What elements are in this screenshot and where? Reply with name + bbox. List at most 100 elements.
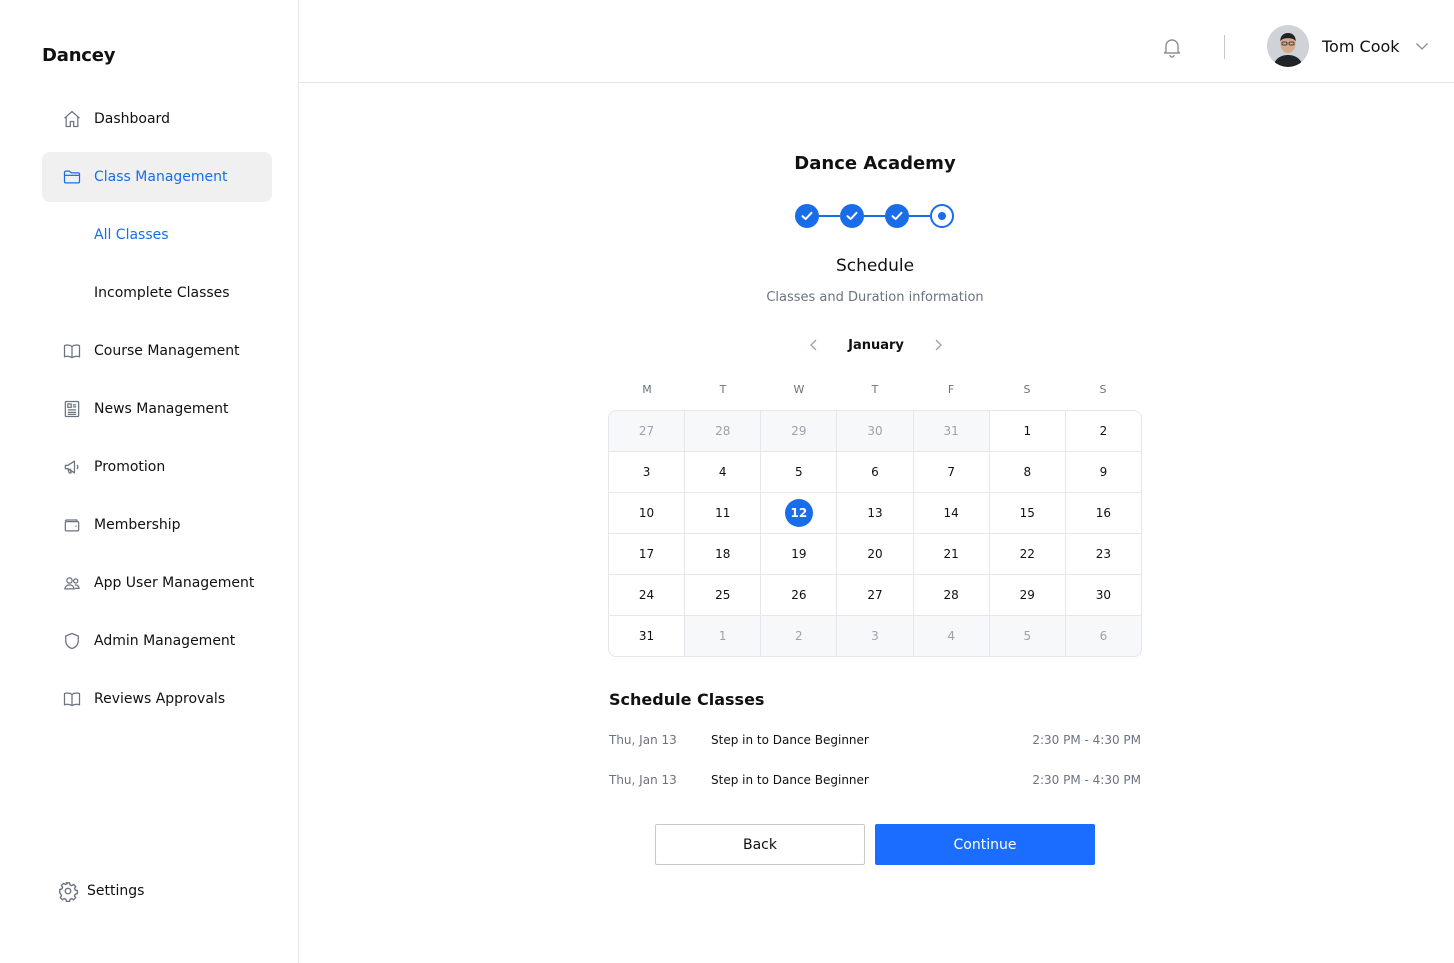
calendar-day[interactable]: 30 [837, 411, 913, 451]
sidebar-item-class-management[interactable]: Class Management [42, 152, 272, 202]
bell-icon[interactable] [1160, 35, 1184, 59]
calendar-day[interactable]: 23 [1065, 534, 1141, 574]
calendar-day[interactable]: 2 [1065, 411, 1141, 451]
back-button[interactable]: Back [655, 824, 865, 865]
sidebar-item-label: Incomplete Classes [94, 285, 230, 301]
schedule-row[interactable]: Thu, Jan 13 Step in to Dance Beginner 2:… [609, 770, 1141, 790]
calendar-day[interactable]: 9 [1065, 452, 1141, 492]
calendar-day[interactable]: 22 [989, 534, 1065, 574]
calendar-day[interactable]: 4 [913, 616, 989, 656]
day-number: 15 [1019, 506, 1035, 520]
day-number: 28 [715, 424, 731, 438]
calendar-day[interactable]: 3 [837, 616, 913, 656]
sidebar-item-reviews-approvals[interactable]: Reviews Approvals [42, 674, 272, 724]
calendar-day[interactable]: 6 [1065, 616, 1141, 656]
section-subtitle: Classes and Duration information [766, 290, 984, 305]
weekday-label: W [793, 383, 805, 396]
day-number: 27 [638, 424, 655, 438]
day-number: 4 [947, 629, 955, 643]
calendar-day[interactable]: 1 [989, 411, 1065, 451]
calendar-day[interactable]: 13 [837, 493, 913, 533]
calendar-day[interactable]: 24 [609, 575, 685, 615]
step-1-complete [795, 204, 819, 228]
calendar-day[interactable]: 16 [1065, 493, 1141, 533]
calendar-day[interactable]: 4 [685, 452, 761, 492]
sidebar-item-news-management[interactable]: News Management [42, 384, 272, 434]
calendar-day[interactable]: 3 [609, 452, 685, 492]
section-title: Schedule [835, 256, 915, 276]
sidebar-item-promotion[interactable]: Promotion [42, 442, 272, 492]
sidebar-item-label: Class Management [94, 169, 228, 185]
gear-icon [57, 880, 79, 902]
calendar-day[interactable]: 18 [685, 534, 761, 574]
sidebar-item-app-user-management[interactable]: App User Management [42, 558, 272, 608]
step-3-complete [885, 204, 909, 228]
calendar-day[interactable]: 5 [761, 452, 837, 492]
sidebar-subitem-all-classes[interactable]: All Classes [42, 210, 272, 260]
schedule-date: Thu, Jan 13 [609, 773, 677, 787]
sidebar-item-label: Course Management [94, 343, 240, 359]
sidebar-item-course-management[interactable]: Course Management [42, 326, 272, 376]
schedule-row[interactable]: Thu, Jan 13 Step in to Dance Beginner 2:… [609, 730, 1141, 750]
calendar-day[interactable]: 1 [685, 616, 761, 656]
calendar-day[interactable]: 11 [685, 493, 761, 533]
calendar-day[interactable]: 7 [913, 452, 989, 492]
continue-button[interactable]: Continue [875, 824, 1095, 865]
step-connector [819, 215, 840, 217]
calendar-day[interactable]: 25 [685, 575, 761, 615]
sidebar-item-dashboard[interactable]: Dashboard [42, 94, 272, 144]
day-number: 3 [871, 629, 879, 643]
calendar-day[interactable]: 8 [989, 452, 1065, 492]
settings-label: Settings [87, 883, 145, 899]
calendar-day[interactable]: 14 [913, 493, 989, 533]
chevron-down-icon [1414, 38, 1430, 54]
calendar-day[interactable]: 31 [609, 616, 685, 656]
calendar-day[interactable]: 2 [761, 616, 837, 656]
chevron-left-icon[interactable] [806, 337, 822, 353]
calendar-grid: 27 28 29 30 31 1 2 3 4 5 6 7 8 9 10 11 12 13 14 15 16 17 18 19 2… [608, 410, 1142, 657]
calendar-day[interactable]: 28 [685, 411, 761, 451]
sidebar-item-admin-management[interactable]: Admin Management [42, 616, 272, 666]
sidebar-item-membership[interactable]: Membership [42, 500, 272, 550]
calendar-day[interactable]: 15 [989, 493, 1065, 533]
calendar-day[interactable]: 6 [837, 452, 913, 492]
calendar-day[interactable]: 26 [761, 575, 837, 615]
calendar-day[interactable]: 17 [609, 534, 685, 574]
weekday-label: S [1023, 383, 1031, 396]
user-menu[interactable]: Tom Cook [1267, 25, 1430, 67]
day-number: 3 [642, 465, 651, 479]
calendar-day[interactable]: 19 [761, 534, 837, 574]
sidebar-item-settings[interactable]: Settings [57, 880, 144, 902]
schedule-time: 2:30 PM - 4:30 PM [1032, 773, 1141, 787]
chevron-right-icon[interactable] [930, 337, 946, 353]
calendar-day[interactable]: 28 [913, 575, 989, 615]
calendar-day[interactable]: 12 [761, 493, 837, 533]
day-number: 30 [867, 424, 883, 438]
day-number: 19 [791, 547, 807, 561]
newspaper-icon [62, 399, 82, 419]
check-icon [801, 211, 813, 220]
day-number: 25 [715, 588, 731, 602]
calendar-day[interactable]: 29 [761, 411, 837, 451]
calendar-day[interactable]: 27 [837, 575, 913, 615]
sidebar-item-label: All Classes [94, 227, 169, 243]
sidebar-item-label: App User Management [94, 575, 255, 591]
calendar-day[interactable]: 29 [989, 575, 1065, 615]
calendar-day[interactable]: 21 [913, 534, 989, 574]
sidebar-subitem-incomplete-classes[interactable]: Incomplete Classes [42, 268, 272, 318]
calendar-day[interactable]: 31 [913, 411, 989, 451]
calendar-day[interactable]: 30 [1065, 575, 1141, 615]
progress-stepper [795, 204, 955, 228]
calendar-day[interactable]: 5 [989, 616, 1065, 656]
users-icon [62, 573, 82, 593]
calendar-day[interactable]: 27 [609, 411, 685, 451]
day-number: 9 [1099, 465, 1108, 479]
calendar-day[interactable]: 20 [837, 534, 913, 574]
sidebar-item-label: Dashboard [94, 111, 170, 127]
day-number: 30 [1095, 588, 1112, 602]
step-connector [909, 215, 930, 217]
calendar-day[interactable]: 10 [609, 493, 685, 533]
weekday-header: M T W T F S S [609, 383, 1141, 396]
day-number: 22 [1019, 547, 1035, 561]
step-connector [864, 215, 885, 217]
